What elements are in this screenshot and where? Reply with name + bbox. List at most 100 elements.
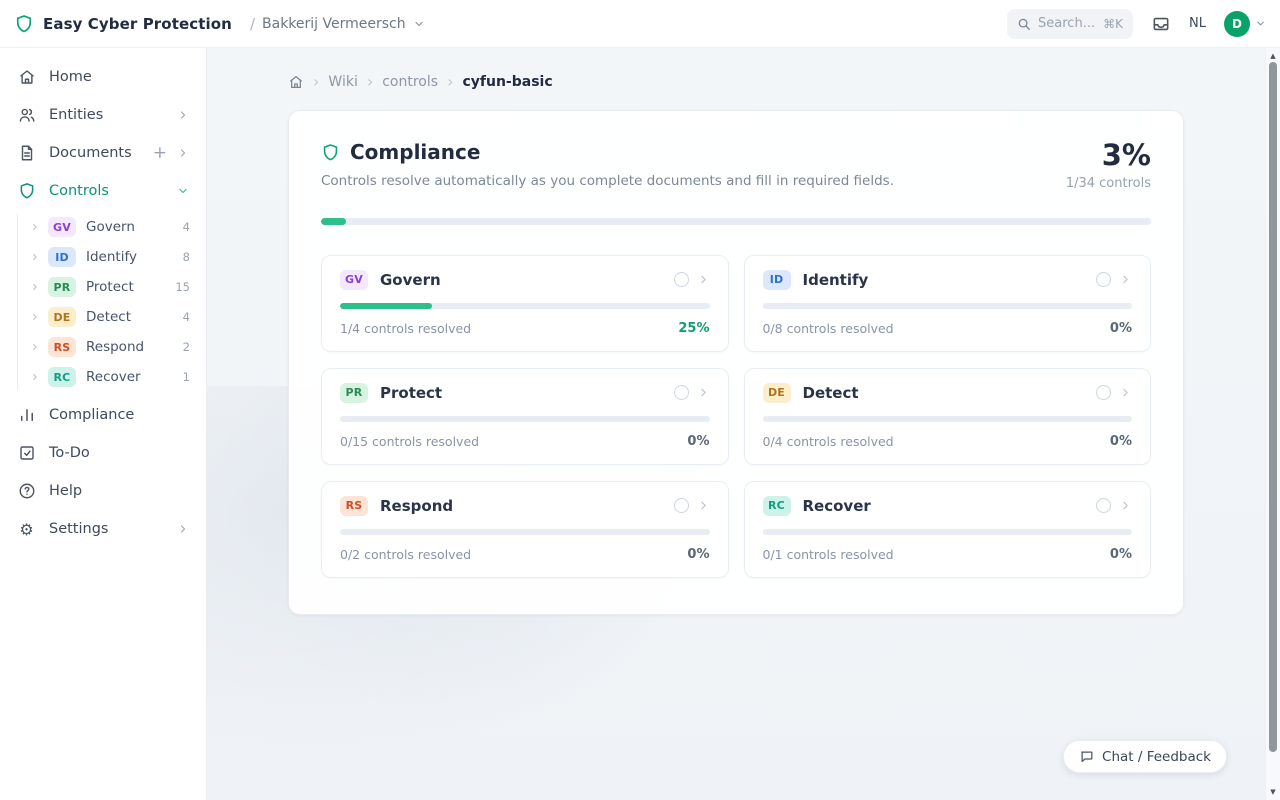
chevron-right-icon[interactable] xyxy=(177,109,189,121)
category-card-identify[interactable]: ID Identify 0/8 controls resolved 0% xyxy=(744,255,1152,352)
category-badge: RS xyxy=(340,496,368,516)
inbox-button[interactable] xyxy=(1151,14,1171,34)
category-badge: RC xyxy=(48,367,76,387)
resolved-count: 0/8 controls resolved xyxy=(763,321,894,336)
category-title: Identify xyxy=(803,271,869,289)
org-name: Bakkerij Vermeersch xyxy=(262,16,406,32)
home-icon[interactable] xyxy=(288,74,304,90)
item-count: 15 xyxy=(175,280,190,294)
category-progress-bar xyxy=(763,529,1133,535)
org-switcher[interactable]: / Bakkerij Vermeersch xyxy=(250,15,425,33)
item-count: 2 xyxy=(183,340,190,354)
percent-value: 0% xyxy=(687,434,709,449)
percent-value: 25% xyxy=(678,321,709,336)
chevron-right-icon xyxy=(30,282,40,292)
category-badge: GV xyxy=(48,217,76,237)
category-card-detect[interactable]: DE Detect 0/4 controls resolved 0% xyxy=(744,368,1152,465)
chevron-right-icon xyxy=(697,386,710,399)
panel-subtitle: Controls resolve automatically as you co… xyxy=(321,173,894,189)
category-progress-bar xyxy=(340,529,710,535)
category-card-recover[interactable]: RC Recover 0/1 controls resolved 0% xyxy=(744,481,1152,578)
sidebar-item-label: Govern xyxy=(86,219,183,235)
todo-checkbox-icon xyxy=(18,444,36,462)
sidebar-item-todo[interactable]: To-Do xyxy=(0,434,206,472)
breadcrumb-separator: › xyxy=(313,74,319,90)
chevron-down-icon xyxy=(1255,18,1266,29)
category-progress-bar xyxy=(763,416,1133,422)
category-title: Detect xyxy=(803,384,859,402)
category-card-protect[interactable]: PR Protect 0/15 controls resolved 0% xyxy=(321,368,729,465)
document-icon xyxy=(18,144,36,162)
gear-icon: ⚙ xyxy=(19,520,33,539)
search-input[interactable]: Search... ⌘K xyxy=(1007,9,1133,39)
chevron-right-icon xyxy=(697,499,710,512)
bar-chart-icon xyxy=(18,406,36,424)
sidebar-item-recover[interactable]: RC Recover 1 xyxy=(0,362,206,392)
sidebar-item-label: Identify xyxy=(86,249,183,265)
status-circle-icon xyxy=(1096,498,1111,513)
add-document-button[interactable]: + xyxy=(153,145,167,162)
sidebar-item-respond[interactable]: RS Respond 2 xyxy=(0,332,206,362)
sidebar-item-settings[interactable]: ⚙ Settings xyxy=(0,510,206,548)
percent-value: 0% xyxy=(1110,434,1132,449)
chat-feedback-button[interactable]: Chat / Feedback xyxy=(1063,740,1227,773)
app-logo[interactable]: Easy Cyber Protection xyxy=(14,14,232,34)
chat-bubble-icon xyxy=(1079,749,1094,764)
controls-tree: GV Govern 4 ID Identify 8 PR Protect 15 … xyxy=(0,212,206,392)
resolved-count: 0/4 controls resolved xyxy=(763,434,894,449)
app-title: Easy Cyber Protection xyxy=(43,15,232,33)
main-content: › Wiki › controls › cyfun-basic Complian… xyxy=(207,48,1265,800)
scroll-up-arrow[interactable]: ▲ xyxy=(1266,50,1280,62)
search-shortcut: ⌘K xyxy=(1103,17,1123,31)
chevron-right-icon xyxy=(1119,386,1132,399)
category-card-respond[interactable]: RS Respond 0/2 controls resolved 0% xyxy=(321,481,729,578)
breadcrumb-link-wiki[interactable]: Wiki xyxy=(328,74,357,90)
chevron-right-icon[interactable] xyxy=(177,523,189,535)
chevron-right-icon xyxy=(1119,273,1132,286)
sidebar: Home Entities Documents + Controls GV Go… xyxy=(0,48,207,800)
chevron-down-icon[interactable] xyxy=(177,185,189,197)
overall-percent: 3% xyxy=(1066,140,1151,172)
language-toggle[interactable]: NL xyxy=(1189,16,1206,31)
sidebar-item-home[interactable]: Home xyxy=(0,58,206,96)
sidebar-item-controls[interactable]: Controls xyxy=(0,172,206,210)
sidebar-item-help[interactable]: Help xyxy=(0,472,206,510)
category-title: Govern xyxy=(380,271,441,289)
breadcrumb-link-controls[interactable]: controls xyxy=(382,74,438,90)
sidebar-item-entities[interactable]: Entities xyxy=(0,96,206,134)
category-badge: ID xyxy=(763,270,791,290)
chevron-right-icon xyxy=(30,372,40,382)
category-badge: DE xyxy=(48,307,76,327)
sidebar-item-label: Entities xyxy=(49,107,164,123)
sidebar-item-detect[interactable]: DE Detect 4 xyxy=(0,302,206,332)
chevron-right-icon xyxy=(30,312,40,322)
scroll-down-arrow[interactable]: ▼ xyxy=(1266,786,1280,798)
category-badge: RC xyxy=(763,496,791,516)
sidebar-item-label: Respond xyxy=(86,339,183,355)
category-badge: GV xyxy=(340,270,368,290)
scrollbar[interactable]: ▲ ▼ xyxy=(1265,48,1280,800)
category-badge: DE xyxy=(763,383,791,403)
sidebar-item-label: Controls xyxy=(49,183,164,199)
shield-logo-icon xyxy=(14,14,34,34)
sidebar-item-label: Recover xyxy=(86,369,183,385)
sidebar-item-protect[interactable]: PR Protect 15 xyxy=(0,272,206,302)
sidebar-item-govern[interactable]: GV Govern 4 xyxy=(0,212,206,242)
overall-progress-fill xyxy=(321,218,346,225)
category-card-govern[interactable]: GV Govern 1/4 controls resolved 25% xyxy=(321,255,729,352)
user-menu[interactable]: D xyxy=(1224,11,1266,37)
chevron-right-icon xyxy=(30,222,40,232)
sidebar-item-compliance[interactable]: Compliance xyxy=(0,396,206,434)
sidebar-item-identify[interactable]: ID Identify 8 xyxy=(0,242,206,272)
scrollbar-thumb[interactable] xyxy=(1269,62,1277,752)
category-title: Respond xyxy=(380,497,453,515)
sidebar-item-documents[interactable]: Documents + xyxy=(0,134,206,172)
search-icon xyxy=(1017,17,1031,31)
inbox-icon xyxy=(1151,14,1171,34)
chevron-right-icon xyxy=(697,273,710,286)
shield-icon xyxy=(18,182,36,200)
percent-value: 0% xyxy=(687,547,709,562)
percent-value: 0% xyxy=(1110,321,1132,336)
chevron-right-icon[interactable] xyxy=(177,147,189,159)
resolved-count: 1/4 controls resolved xyxy=(340,321,471,336)
